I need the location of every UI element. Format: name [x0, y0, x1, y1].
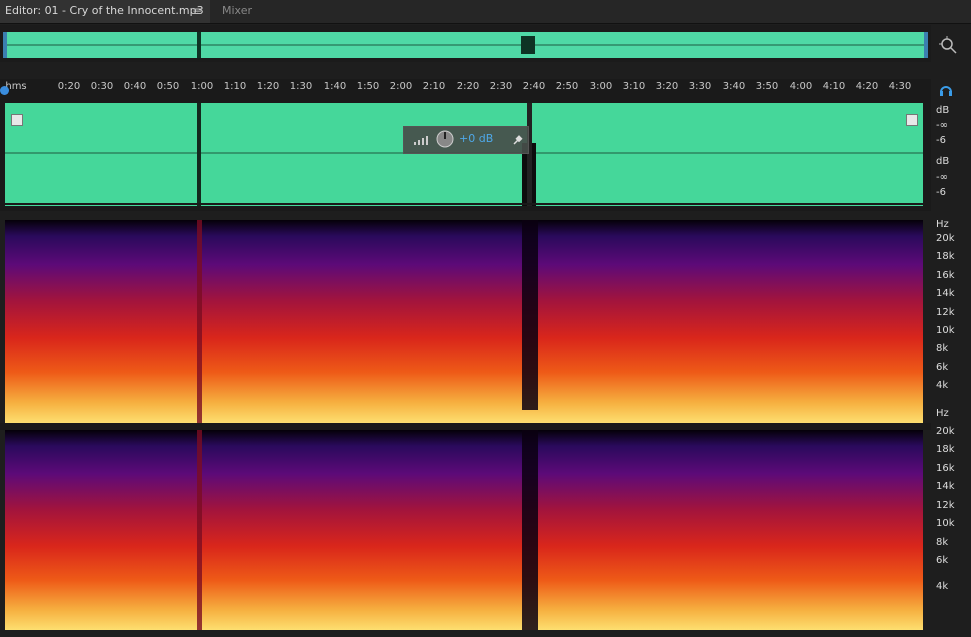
ruler-tick: 3:20: [655, 81, 679, 92]
ruler-tick: 3:50: [755, 81, 779, 92]
hz-label: 8k: [936, 343, 949, 354]
hz-label: 4k: [936, 581, 949, 592]
hz-label: 12k: [936, 500, 955, 511]
hz-label: 16k: [936, 270, 955, 281]
ruler-tick: 3:40: [722, 81, 746, 92]
hz-label: 6k: [936, 555, 949, 566]
hz-label: 18k: [936, 444, 955, 455]
ruler-tick: 2:00: [389, 81, 413, 92]
hz-label: 8k: [936, 537, 949, 548]
db-label: -∞: [936, 172, 948, 183]
tab-editor[interactable]: Editor: 01 - Cry of the Innocent.mp3 ≡: [0, 0, 210, 23]
hz-label: Hz: [936, 219, 949, 230]
db-scale: dB -∞ -6 dB -∞ -6: [931, 101, 971, 211]
ruler-tick: 3:10: [622, 81, 646, 92]
tab-menu-icon[interactable]: ≡: [192, 0, 202, 22]
db-label: dB: [936, 105, 950, 116]
hz-label: Hz: [936, 408, 949, 419]
hz-label: 10k: [936, 325, 955, 336]
db-label: -6: [936, 135, 946, 146]
overview-left-handle[interactable]: [3, 32, 7, 58]
ruler-tick: 4:20: [855, 81, 879, 92]
fade-in-icon[interactable]: [11, 114, 23, 126]
ruler-tick: 3:30: [688, 81, 712, 92]
tab-bar: Editor: 01 - Cry of the Innocent.mp3 ≡ M…: [0, 0, 971, 24]
fade-out-icon[interactable]: [906, 114, 918, 126]
volume-hud[interactable]: +0 dB: [403, 126, 529, 154]
time-ruler[interactable]: hms 0:20 0:30 0:40 0:50 1:00 1:10 1:20 1…: [0, 79, 931, 101]
ruler-tick: 3:00: [589, 81, 613, 92]
hz-label: 14k: [936, 481, 955, 492]
zoom-icon[interactable]: [939, 36, 957, 54]
pin-icon[interactable]: [512, 134, 524, 146]
volume-value: +0 dB: [459, 132, 494, 145]
db-label: dB: [936, 156, 950, 167]
overview-panel[interactable]: [0, 25, 931, 62]
ruler-tick: 0:30: [90, 81, 114, 92]
playhead-marker[interactable]: [0, 86, 9, 95]
tab-mixer[interactable]: Mixer: [222, 0, 252, 23]
headphone-icon[interactable]: [939, 82, 953, 96]
waveform-display[interactable]: [5, 103, 923, 206]
ruler-tick: 1:50: [356, 81, 380, 92]
db-label: -6: [936, 187, 946, 198]
hz-label: 4k: [936, 380, 949, 391]
ruler-tick: 2:40: [522, 81, 546, 92]
hz-label: 14k: [936, 288, 955, 299]
hz-label: 20k: [936, 233, 955, 244]
ruler-tick: 1:40: [323, 81, 347, 92]
tab-editor-label: Editor: 01 - Cry of the Innocent.mp3: [5, 4, 204, 17]
ruler-tick: 2:10: [422, 81, 446, 92]
overview-waveform[interactable]: [3, 32, 928, 58]
spectrogram-channel-1[interactable]: [5, 220, 923, 423]
ruler-tick: 2:30: [489, 81, 513, 92]
ruler-tick: 2:20: [456, 81, 480, 92]
hz-label: 12k: [936, 307, 955, 318]
ruler-tick: 4:00: [789, 81, 813, 92]
ruler-tick: 1:10: [223, 81, 247, 92]
hz-label: 20k: [936, 426, 955, 437]
hz-label: 16k: [936, 463, 955, 474]
ruler-tick: 1:00: [190, 81, 214, 92]
ruler-tick: 1:30: [289, 81, 313, 92]
hz-scale: Hz 20k 18k 16k 14k 12k 10k 8k 6k 4k Hz 2…: [931, 216, 971, 637]
overview-right-handle[interactable]: [924, 32, 928, 58]
ruler-tick: 1:20: [256, 81, 280, 92]
hz-label: 10k: [936, 518, 955, 529]
ruler-tick: 0:40: [123, 81, 147, 92]
ruler-tick: 4:30: [888, 81, 912, 92]
ruler-tick: 0:20: [57, 81, 81, 92]
channel-separator: [0, 423, 931, 430]
ruler-tick: 2:50: [555, 81, 579, 92]
spectrogram-channel-2[interactable]: [5, 430, 923, 630]
db-label: -∞: [936, 120, 948, 131]
ruler-tick: 4:10: [822, 81, 846, 92]
ruler-tick: 0:50: [156, 81, 180, 92]
hz-label: 6k: [936, 362, 949, 373]
hz-label: 18k: [936, 251, 955, 262]
